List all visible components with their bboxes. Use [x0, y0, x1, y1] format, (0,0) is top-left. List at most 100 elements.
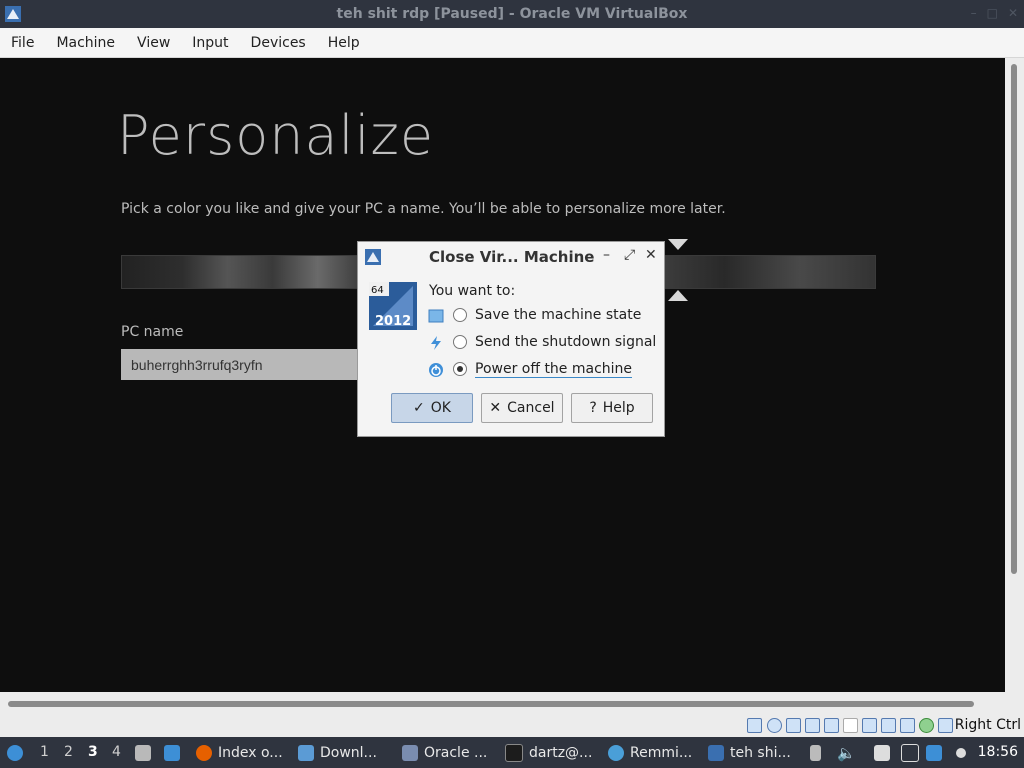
status-indicator-icon: [956, 747, 966, 758]
color-slider-bottom-marker[interactable]: [668, 290, 688, 301]
mouse-integration-icon[interactable]: [938, 718, 953, 733]
dialog-minimize-icon[interactable]: –: [603, 247, 610, 263]
clock[interactable]: 18:56: [978, 744, 1018, 760]
menu-view[interactable]: View: [126, 35, 181, 51]
tray-notes[interactable]: [874, 737, 896, 768]
pc-name-label: PC name: [121, 324, 184, 340]
workspace-3[interactable]: 3: [88, 744, 98, 760]
cancel-button[interactable]: ✕ Cancel: [481, 393, 563, 423]
vbox-statusbar: Right Ctrl: [0, 713, 1024, 737]
task-remmina[interactable]: Remmi...: [608, 737, 692, 768]
tray-display[interactable]: [901, 737, 925, 768]
power-off-label: Power off the machine: [475, 361, 633, 378]
menu-help[interactable]: Help: [317, 35, 371, 51]
audio-icon[interactable]: [786, 718, 801, 733]
display-icon[interactable]: [862, 718, 877, 733]
firefox-icon: [196, 744, 212, 761]
tray-volume[interactable]: 🔈: [837, 737, 856, 768]
help-button-label: Help: [602, 400, 635, 416]
show-desktop-icon: [164, 744, 180, 761]
terminal-icon: [505, 743, 523, 762]
tray-updates[interactable]: [926, 737, 948, 768]
updates-icon: [926, 744, 942, 761]
shutdown-signal-icon: [431, 336, 441, 350]
file-manager-launcher[interactable]: [135, 737, 157, 768]
minimize-icon[interactable]: –: [971, 6, 977, 20]
optical-drive-icon[interactable]: [767, 718, 782, 733]
windows-server-2012-icon: 64 2012: [369, 282, 417, 330]
cancel-button-label: Cancel: [507, 400, 555, 416]
maximize-icon[interactable]: □: [987, 6, 998, 20]
network-icon[interactable]: [805, 718, 820, 733]
tray-status[interactable]: [956, 737, 972, 768]
task-label-oracle: Oracle ...: [424, 744, 488, 761]
virtualbox-icon: [402, 744, 418, 761]
window-titlebar[interactable]: teh shit rdp [Paused] - Oracle VM Virtua…: [0, 0, 1024, 28]
task-firefox[interactable]: Index o...: [196, 737, 283, 768]
os-badge-2012: 2012: [375, 314, 411, 329]
task-label-vm-window: teh shi...: [730, 744, 791, 761]
page-subtitle: Pick a color you like and give your PC a…: [121, 201, 726, 217]
menubar: File Machine View Input Devices Help: [0, 28, 1024, 58]
hard-disk-icon[interactable]: [747, 718, 762, 733]
checkmark-icon: ✓: [413, 400, 425, 416]
close-vm-dialog: Close Vir... Machine – ⤢ ✕ 64 2012 You w…: [357, 241, 665, 437]
folder-icon: [298, 744, 314, 761]
start-menu-button[interactable]: [5, 737, 25, 768]
horizontal-scroll-thumb[interactable]: [8, 701, 974, 707]
task-terminal[interactable]: dartz@...: [505, 737, 592, 768]
help-button[interactable]: ? Help: [571, 393, 653, 423]
vertical-scroll-thumb[interactable]: [1011, 64, 1017, 574]
dialog-maximize-icon[interactable]: ⤢: [624, 247, 635, 263]
menu-devices[interactable]: Devices: [240, 35, 317, 51]
workspace-1[interactable]: 1: [40, 744, 49, 760]
dialog-prompt: You want to:: [429, 283, 516, 299]
power-off-radio[interactable]: [453, 362, 467, 376]
shutdown-signal-radio[interactable]: [453, 335, 467, 349]
task-vm-window[interactable]: teh shi...: [708, 737, 791, 768]
file-manager-icon: [135, 744, 151, 761]
close-icon[interactable]: ✕: [1008, 6, 1018, 20]
save-state-label: Save the machine state: [475, 307, 642, 323]
display-settings-icon: [901, 743, 919, 762]
task-label-firefox: Index o...: [218, 744, 283, 761]
vt-x-icon[interactable]: [900, 718, 915, 733]
pc-name-input[interactable]: [121, 349, 359, 380]
shared-folders-icon[interactable]: [843, 718, 858, 733]
desktop-launcher[interactable]: [164, 737, 186, 768]
remmina-icon: [608, 744, 624, 761]
task-label-terminal: dartz@...: [529, 744, 593, 761]
desktop-taskbar: 1 2 3 4 Index o... Downl... Oracle ... d…: [0, 737, 1024, 768]
task-label-downloads: Downl...: [320, 744, 377, 761]
task-label-remmina: Remmi...: [630, 744, 693, 761]
horizontal-scrollbar[interactable]: [0, 692, 1024, 713]
usb-icon[interactable]: [824, 718, 839, 733]
workspace-4[interactable]: 4: [112, 744, 121, 760]
color-slider-top-marker[interactable]: [668, 239, 688, 250]
recording-icon[interactable]: [881, 718, 896, 733]
workspace-2[interactable]: 2: [64, 744, 73, 760]
vertical-scrollbar[interactable]: [1005, 58, 1024, 692]
ok-button[interactable]: ✓ OK: [391, 393, 473, 423]
volume-icon: 🔈: [837, 743, 856, 762]
dialog-titlebar[interactable]: Close Vir... Machine – ⤢ ✕: [358, 242, 664, 272]
dialog-close-icon[interactable]: ✕: [645, 247, 657, 263]
power-icon: [429, 363, 443, 377]
dialog-title: Close Vir... Machine: [429, 248, 595, 266]
os-badge-64: 64: [371, 285, 384, 296]
menu-machine[interactable]: Machine: [45, 35, 126, 51]
virtualbox-dialog-icon: [365, 249, 381, 265]
task-oracle[interactable]: Oracle ...: [402, 737, 487, 768]
save-state-icon: [428, 309, 444, 323]
tray-clipboard[interactable]: [810, 737, 827, 768]
cpu-activity-icon[interactable]: [919, 718, 934, 733]
question-mark-icon: ?: [589, 400, 597, 416]
save-state-radio[interactable]: [453, 308, 467, 322]
notes-icon: [874, 744, 890, 761]
menu-input[interactable]: Input: [181, 35, 239, 51]
host-key-label: Right Ctrl: [954, 717, 1021, 733]
start-menu-icon: [7, 744, 23, 761]
task-downloads[interactable]: Downl...: [298, 737, 377, 768]
cancel-x-icon: ✕: [489, 400, 502, 416]
menu-file[interactable]: File: [0, 35, 45, 51]
